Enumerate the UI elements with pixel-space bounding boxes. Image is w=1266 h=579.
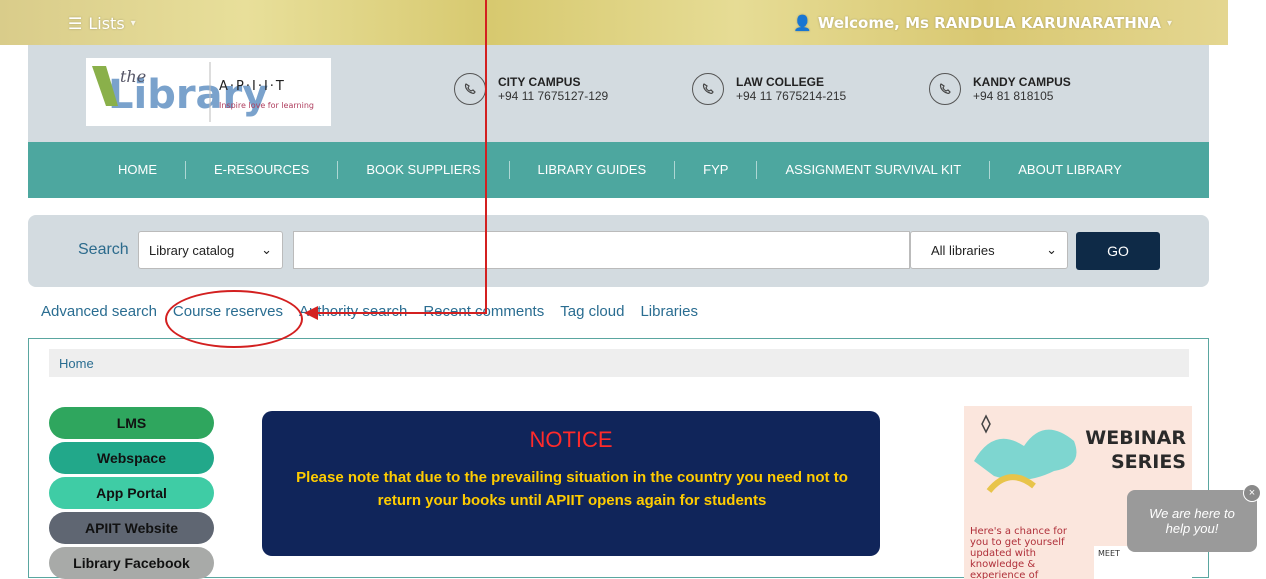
site-header: Library the A·P·I·I·T Inspire love for l…	[28, 45, 1209, 142]
contact-title: CITY CAMPUS	[498, 75, 581, 89]
lms-button[interactable]: LMS	[49, 407, 214, 439]
main-content: Home LMS Webspace App Portal APIIT Websi…	[28, 338, 1209, 579]
annotation-arrow-icon	[304, 306, 318, 320]
libraries-select-value: All libraries	[931, 242, 995, 258]
contact-phone: +94 11 7675214-215	[736, 89, 847, 103]
contact-phone: +94 11 7675127-129	[498, 89, 609, 103]
chevron-down-icon: ⌄	[1046, 242, 1057, 257]
chat-widget[interactable]: We are here to help you! ×	[1127, 484, 1261, 552]
go-button[interactable]: GO	[1076, 232, 1160, 270]
search-input[interactable]	[293, 231, 910, 269]
chevron-down-icon: ⌄	[261, 242, 272, 257]
webspace-button[interactable]: Webspace	[49, 442, 214, 474]
main-nav: HOME E-RESOURCES BOOK SUPPLIERS LIBRARY …	[28, 142, 1209, 198]
notice-text: Please note that due to the prevailing s…	[296, 469, 848, 509]
chevron-down-icon: ▾	[130, 18, 136, 29]
user-menu[interactable]: 👤 Welcome, Ms RANDULA KARUNARATHNA ▾	[793, 14, 1172, 32]
notice-banner: NOTICE Please note that due to the preva…	[262, 411, 880, 556]
nav-assignment-survival-kit[interactable]: ASSIGNMENT SURVIVAL KIT	[757, 161, 991, 179]
link-tag-cloud[interactable]: Tag cloud	[560, 303, 624, 320]
search-bar: Search Library catalog ⌄ All libraries ⌄…	[28, 215, 1209, 287]
list-icon: ☰	[68, 14, 83, 33]
contact-city-campus: CITY CAMPUS +94 11 7675127-129	[454, 73, 608, 105]
phone-icon	[454, 73, 486, 105]
breadcrumb: Home	[49, 349, 1189, 377]
library-logo[interactable]: Library the A·P·I·I·T Inspire love for l…	[86, 58, 331, 126]
welcome-text: Welcome, Ms RANDULA KARUNARATHNA	[817, 14, 1161, 32]
search-label: Search	[78, 241, 129, 258]
chevron-down-icon: ▾	[1166, 17, 1172, 29]
nav-fyp[interactable]: FYP	[675, 161, 758, 179]
nav-book-suppliers[interactable]: BOOK SUPPLIERS	[338, 161, 510, 179]
close-icon[interactable]: ×	[1243, 484, 1261, 502]
webinar-title: WEBINAR SERIES	[1085, 426, 1186, 474]
nav-e-resources[interactable]: E-RESOURCES	[186, 161, 339, 179]
link-libraries[interactable]: Libraries	[640, 303, 698, 320]
chat-text-line2: help you!	[1165, 521, 1219, 536]
svg-text:Inspire love for learning: Inspire love for learning	[219, 101, 314, 110]
notice-title: NOTICE	[529, 427, 613, 452]
logo-graphic: Library the A·P·I·I·T Inspire love for l…	[92, 62, 314, 122]
phone-icon	[692, 73, 724, 105]
webinar-title-line2: SERIES	[1110, 451, 1186, 473]
contact-title: KANDY CAMPUS	[973, 75, 1071, 89]
nav-library-guides[interactable]: LIBRARY GUIDES	[510, 161, 676, 179]
contact-law-college: LAW COLLEGE +94 11 7675214-215	[692, 73, 846, 105]
libraries-select[interactable]: All libraries ⌄	[910, 231, 1068, 269]
nav-about-library[interactable]: ABOUT LIBRARY	[990, 161, 1150, 179]
lists-label: Lists	[88, 14, 125, 33]
phone-icon	[929, 73, 961, 105]
chat-text-line1: We are here to	[1149, 506, 1235, 521]
svg-text:A·P·I·I·T: A·P·I·I·T	[219, 79, 286, 94]
link-advanced-search[interactable]: Advanced search	[41, 303, 157, 320]
contact-title: LAW COLLEGE	[736, 75, 824, 89]
annotation-ellipse	[165, 290, 303, 348]
lists-menu[interactable]: ☰ Lists ▾	[68, 14, 136, 33]
webinar-title-line1: WEBINAR	[1085, 427, 1186, 449]
catalog-select[interactable]: Library catalog ⌄	[138, 231, 283, 269]
app-portal-button[interactable]: App Portal	[49, 477, 214, 509]
annotation-line-vertical	[485, 0, 487, 314]
top-bar: ☰ Lists ▾ 👤 Welcome, Ms RANDULA KARUNARA…	[0, 0, 1228, 45]
breadcrumb-home[interactable]: Home	[59, 356, 94, 371]
webinar-meet-label: MEET	[1098, 549, 1120, 558]
library-facebook-button[interactable]: Library Facebook	[49, 547, 214, 579]
svg-text:the: the	[120, 67, 146, 86]
contact-phone: +94 81 818105	[973, 89, 1054, 103]
contact-kandy-campus: KANDY CAMPUS +94 81 818105	[929, 73, 1071, 105]
annotation-line-horizontal	[312, 312, 487, 314]
user-icon: 👤	[793, 14, 812, 32]
nav-home[interactable]: HOME	[90, 161, 186, 179]
catalog-select-value: Library catalog	[149, 242, 235, 258]
webinar-text: Here's a chance for you to get yourself …	[970, 526, 1068, 579]
apiit-website-button[interactable]: APIIT Website	[49, 512, 214, 544]
